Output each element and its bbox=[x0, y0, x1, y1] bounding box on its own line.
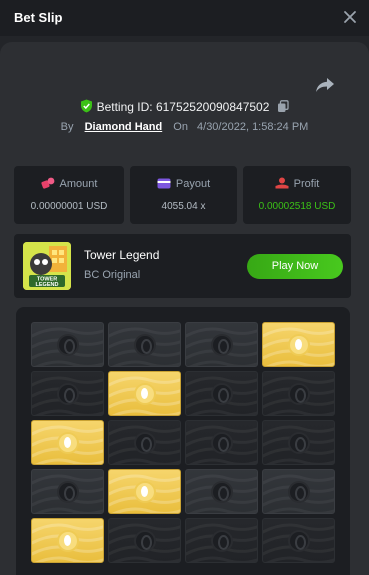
coin-icon bbox=[290, 483, 308, 501]
payout-card: Payout 4055.04 x bbox=[130, 166, 237, 224]
share-icon[interactable] bbox=[315, 76, 335, 94]
coin-icon bbox=[213, 532, 231, 550]
payout-label: Payout bbox=[175, 178, 211, 190]
coins-icon bbox=[40, 177, 54, 189]
board-tile bbox=[185, 420, 258, 465]
tower-board bbox=[16, 307, 350, 575]
board-tile bbox=[108, 420, 181, 465]
coin-icon bbox=[59, 336, 77, 354]
coin-icon bbox=[213, 434, 231, 452]
board-tile bbox=[262, 469, 335, 514]
gold-coin-icon bbox=[136, 483, 154, 501]
board-tile bbox=[108, 371, 181, 416]
coin-icon bbox=[290, 434, 308, 452]
bet-timestamp: 4/30/2022, 1:58:24 PM bbox=[197, 121, 309, 133]
board-tile bbox=[185, 469, 258, 514]
gold-coin-icon bbox=[59, 434, 77, 452]
amount-label: Amount bbox=[59, 178, 98, 190]
by-label: By bbox=[60, 121, 74, 133]
board-tile bbox=[185, 371, 258, 416]
coin-icon bbox=[59, 483, 77, 501]
coin-icon bbox=[136, 336, 154, 354]
profit-value: 0.00002518 USD bbox=[258, 201, 336, 212]
coin-icon bbox=[213, 336, 231, 354]
coin-icon bbox=[136, 532, 154, 550]
amount-value: 0.00000001 USD bbox=[30, 201, 108, 212]
coin-icon bbox=[290, 385, 308, 403]
coin-icon bbox=[59, 385, 77, 403]
gold-coin-icon bbox=[59, 532, 77, 550]
on-label: On bbox=[173, 121, 188, 133]
amount-card: Amount 0.00000001 USD bbox=[14, 166, 124, 224]
board-tile bbox=[31, 371, 104, 416]
board-tile bbox=[108, 518, 181, 563]
game-thumbnail[interactable]: TOWER LEGEND bbox=[23, 242, 71, 290]
board-tile bbox=[185, 322, 258, 367]
board-tile bbox=[31, 469, 104, 514]
play-now-button[interactable]: Play Now bbox=[247, 254, 343, 279]
board-tile bbox=[31, 518, 104, 563]
profit-card: Profit 0.00002518 USD bbox=[243, 166, 351, 224]
board-tile bbox=[108, 469, 181, 514]
board-tile bbox=[31, 322, 104, 367]
close-icon[interactable] bbox=[342, 9, 358, 25]
board-tile bbox=[108, 322, 181, 367]
header: Bet Slip bbox=[0, 0, 369, 36]
coin-icon bbox=[213, 385, 231, 403]
betting-id: Betting ID: 61752520090847502 bbox=[96, 100, 270, 114]
game-card: TOWER LEGEND Tower Legend BC Original Pl… bbox=[14, 234, 351, 298]
game-subtitle: BC Original bbox=[84, 269, 141, 281]
board-tile bbox=[262, 371, 335, 416]
board-tile bbox=[31, 420, 104, 465]
coin-icon bbox=[136, 434, 154, 452]
board-tile bbox=[262, 420, 335, 465]
gold-coin-icon bbox=[290, 336, 308, 354]
profit-icon bbox=[275, 177, 289, 189]
gold-coin-icon bbox=[136, 385, 154, 403]
board-tile bbox=[185, 518, 258, 563]
tower-legend-logo: TOWER LEGEND bbox=[23, 242, 71, 290]
betting-id-row: Betting ID: 61752520090847502 bbox=[0, 99, 369, 115]
profit-label: Profit bbox=[293, 178, 320, 190]
game-name[interactable]: Tower Legend bbox=[84, 248, 159, 262]
bet-meta-row: By Diamond Hand On 4/30/2022, 1:58:24 PM bbox=[0, 121, 369, 133]
svg-text:LEGEND: LEGEND bbox=[36, 282, 59, 288]
copy-icon[interactable] bbox=[277, 100, 289, 113]
board-tile bbox=[262, 518, 335, 563]
window-title: Bet Slip bbox=[14, 10, 63, 25]
payout-value: 4055.04 x bbox=[161, 201, 206, 212]
coin-icon bbox=[290, 532, 308, 550]
wallet-icon bbox=[157, 178, 171, 189]
user-link[interactable]: Diamond Hand bbox=[85, 121, 163, 133]
shield-check-icon bbox=[81, 99, 93, 113]
coin-icon bbox=[213, 483, 231, 501]
board-tile bbox=[262, 322, 335, 367]
